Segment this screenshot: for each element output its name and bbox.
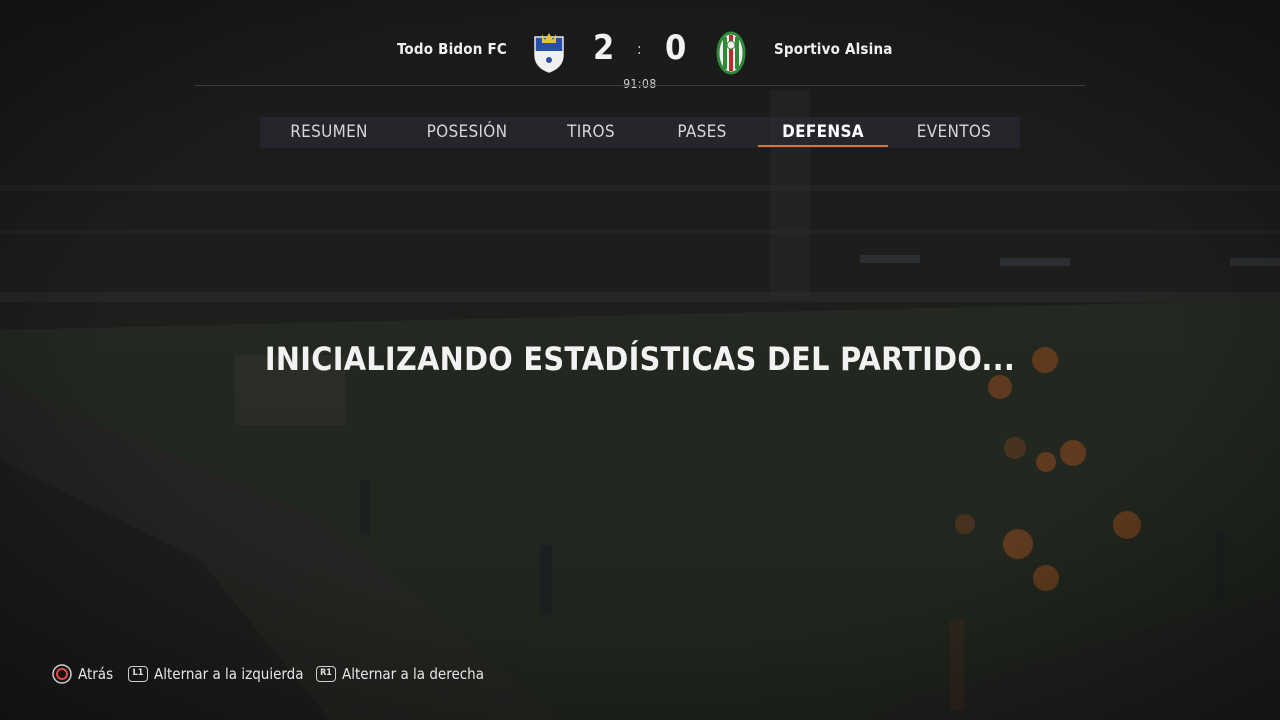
tab-tiros[interactable]: TIROS (536, 117, 646, 148)
back-label: Atrás (78, 665, 114, 683)
back-button[interactable]: Atrás (52, 664, 113, 684)
tab-defensa[interactable]: DEFENSA (758, 117, 888, 148)
stats-tab-bar: RESUMEN POSESIÓN TIROS PASES DEFENSA EVE… (260, 117, 1020, 148)
away-team-crest-icon (716, 31, 746, 75)
home-team-name: Todo Bidon FC (397, 40, 507, 58)
toggle-right-button[interactable]: R1 Alternar a la derecha (316, 664, 484, 684)
away-team-name: Sportivo Alsina (774, 40, 893, 58)
header-divider (195, 85, 1085, 86)
toggle-left-label: Alternar a la izquierda (154, 665, 304, 683)
r1-button-icon: R1 (316, 666, 336, 682)
tab-eventos[interactable]: EVENTOS (888, 117, 1020, 148)
loading-message: INICIALIZANDO ESTADÍSTICAS DEL PARTIDO..… (264, 340, 1016, 378)
home-score: 2 (593, 28, 615, 68)
score-separator: : (637, 40, 642, 58)
toggle-left-button[interactable]: L1 Alternar a la izquierda (128, 664, 304, 684)
circle-button-icon (52, 664, 72, 684)
match-clock: 91:08 (623, 77, 657, 91)
l1-button-icon: L1 (128, 666, 148, 682)
tab-pases[interactable]: PASES (646, 117, 758, 148)
tab-resumen[interactable]: RESUMEN (260, 117, 398, 148)
home-team-crest-icon (534, 33, 564, 73)
toggle-right-label: Alternar a la derecha (342, 665, 485, 683)
away-score: 0 (665, 28, 687, 68)
tab-posesion[interactable]: POSESIÓN (398, 117, 536, 148)
